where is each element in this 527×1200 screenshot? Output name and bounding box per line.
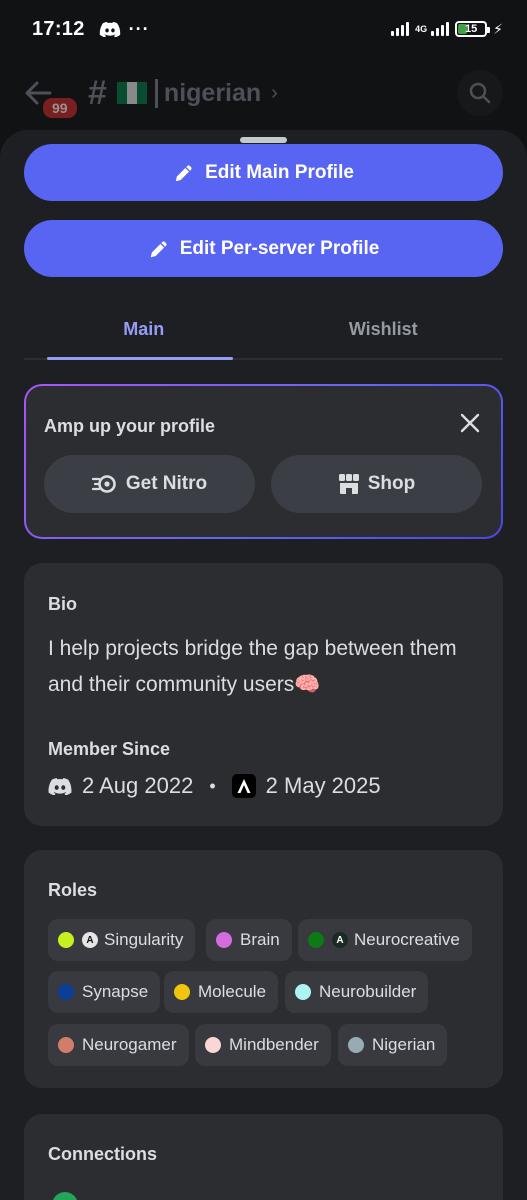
profile-sheet: Edit Main Profile Edit Per-server Profil… [0, 130, 527, 1200]
shop-icon [338, 474, 359, 494]
nitro-icon [91, 475, 116, 493]
roles-heading: Roles [48, 880, 98, 900]
bio-heading: Bio [48, 594, 77, 614]
role-color-dot [174, 984, 190, 1000]
status-time: 17:12 [32, 17, 85, 40]
role-emoji-icon: A [332, 932, 348, 948]
search-icon [469, 82, 491, 104]
role-chip[interactable]: Nigerian [338, 1024, 448, 1066]
bio-card: Bio I help projects bridge the gap betwe… [24, 563, 503, 826]
shop-button[interactable]: Shop [271, 455, 482, 513]
edit-per-server-profile-button[interactable]: Edit Per-server Profile [24, 220, 503, 277]
tab-main[interactable]: Main [24, 300, 264, 360]
status-bar: 17:12 ··· 4G 15 ⚡ [0, 0, 527, 58]
server-icon [231, 774, 256, 798]
sheet-drag-handle[interactable] [240, 137, 287, 143]
battery-icon: 15 [455, 21, 491, 37]
role-color-dot [58, 1037, 74, 1053]
chevron-right-icon: › [271, 81, 278, 104]
nigeria-flag-icon [116, 82, 147, 104]
edit-main-profile-label: Edit Main Profile [205, 161, 354, 183]
role-color-dot [216, 932, 232, 948]
search-button[interactable] [457, 70, 503, 116]
pencil-icon [175, 165, 192, 181]
channel-header: # nigerian › [0, 58, 527, 128]
role-color-dot [58, 984, 74, 1000]
close-icon[interactable] [459, 412, 481, 434]
bio-text: I help projects bridge the gap between t… [48, 637, 457, 696]
discord-icon [48, 778, 72, 795]
nitro-promo-card: Amp up your profile Get Nitro Shop [24, 384, 503, 539]
role-emoji-icon: A [82, 932, 98, 948]
role-chip[interactable]: Mindbender [195, 1024, 331, 1066]
profile-screen: 17:12 ··· 4G 15 ⚡ # nigerian › 99 Edit M… [0, 0, 527, 1200]
nitro-promo-title: Amp up your profile [44, 416, 215, 436]
role-color-dot [348, 1037, 364, 1053]
server-member-date: 2 May 2025 [265, 773, 381, 798]
date-separator: • [209, 775, 216, 796]
role-chip[interactable]: Synapse [48, 971, 161, 1013]
role-chip[interactable]: Brain [206, 919, 292, 961]
member-since-row: 2 Aug 2022 • 2 May 2025 [48, 773, 381, 799]
role-color-dot [308, 932, 324, 948]
connections-card: Connections [24, 1114, 503, 1200]
role-chip[interactable]: A Neurocreative [298, 919, 472, 961]
channel-name[interactable]: nigerian [154, 78, 261, 108]
signal-icon [391, 22, 410, 36]
network-type: 4G [415, 24, 428, 34]
discord-notification-icon [99, 21, 120, 37]
more-notifications-indicator: ··· [128, 18, 150, 39]
role-color-dot [58, 932, 74, 948]
shop-label: Shop [367, 473, 416, 494]
get-nitro-label: Get Nitro [125, 473, 208, 494]
role-chip[interactable]: Neurogamer [48, 1024, 189, 1066]
connection-icon[interactable] [52, 1192, 78, 1200]
status-right: 4G 15 ⚡ [391, 21, 503, 38]
pencil-icon [150, 241, 167, 257]
member-since-heading: Member Since [48, 739, 171, 759]
role-color-dot [205, 1037, 221, 1053]
discord-member-date: 2 Aug 2022 [82, 773, 194, 798]
profile-tabs: Main Wishlist [24, 300, 503, 360]
role-color-dot [295, 984, 311, 1000]
get-nitro-button[interactable]: Get Nitro [44, 455, 255, 513]
role-chip[interactable]: Neurobuilder [285, 971, 429, 1013]
edit-per-server-profile-label: Edit Per-server Profile [179, 237, 380, 259]
channel-hash-icon: # [88, 73, 107, 112]
edit-main-profile-button[interactable]: Edit Main Profile [24, 144, 503, 201]
connections-heading: Connections [48, 1144, 158, 1164]
role-chip[interactable]: Molecule [164, 971, 279, 1013]
charging-icon: ⚡ [493, 20, 503, 37]
tab-wishlist[interactable]: Wishlist [264, 300, 504, 358]
signal-icon-2 [431, 22, 450, 36]
roles-card: Roles A Singularity Brain A Neurocreativ… [24, 850, 503, 1088]
unread-badge: 99 [40, 95, 80, 121]
role-chip[interactable]: A Singularity [48, 919, 196, 961]
